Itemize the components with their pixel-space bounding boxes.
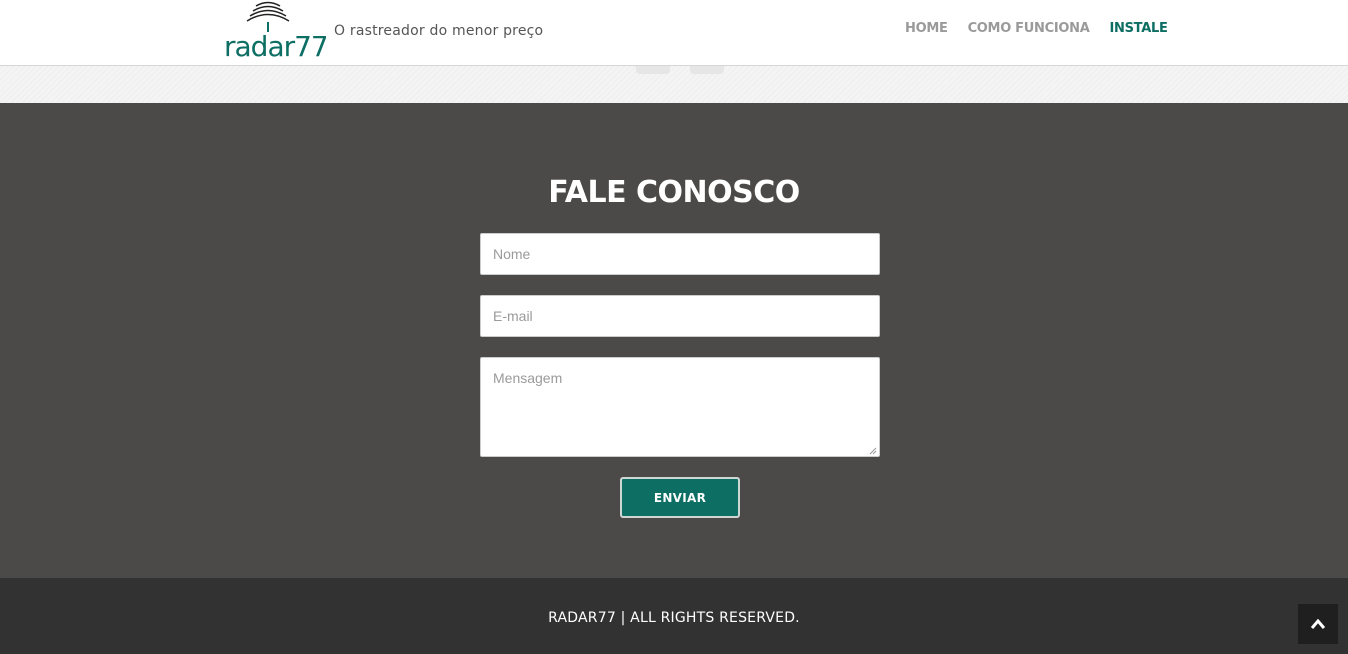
site-footer: RADAR77 | ALL RIGHTS RESERVED. [0,578,1348,654]
resize-grip-icon[interactable] [869,447,877,455]
nav-como-funciona[interactable]: COMO FUNCIONA [968,21,1090,36]
chevron-up-icon [1311,619,1325,629]
site-header: radar77 O rastreador do menor preço HOME… [0,0,1348,66]
logo-wordmark: radar77 [224,30,326,63]
main-nav: HOME COMO FUNCIONA INSTALE [905,21,1168,36]
copyright-text: RADAR77 | ALL RIGHTS RESERVED. [548,610,800,626]
nav-home[interactable]: HOME [905,21,948,36]
radar-logo-mark: radar77 [224,1,326,63]
contact-title: FALE CONOSCO [548,175,800,210]
nav-instale[interactable]: INSTALE [1109,21,1167,36]
send-button[interactable]: ENVIAR [620,477,740,518]
tagline: O rastreador do menor preço [334,23,544,39]
name-field[interactable] [480,233,880,275]
scroll-to-top-button[interactable] [1298,604,1338,644]
page: f t radar77 O rastreador do menor preço … [0,0,1348,654]
contact-section: FALE CONOSCO ENVIAR [0,103,1348,578]
radar77-logo[interactable]: radar77 [222,0,326,64]
message-field[interactable] [480,357,880,457]
email-field[interactable] [480,295,880,337]
